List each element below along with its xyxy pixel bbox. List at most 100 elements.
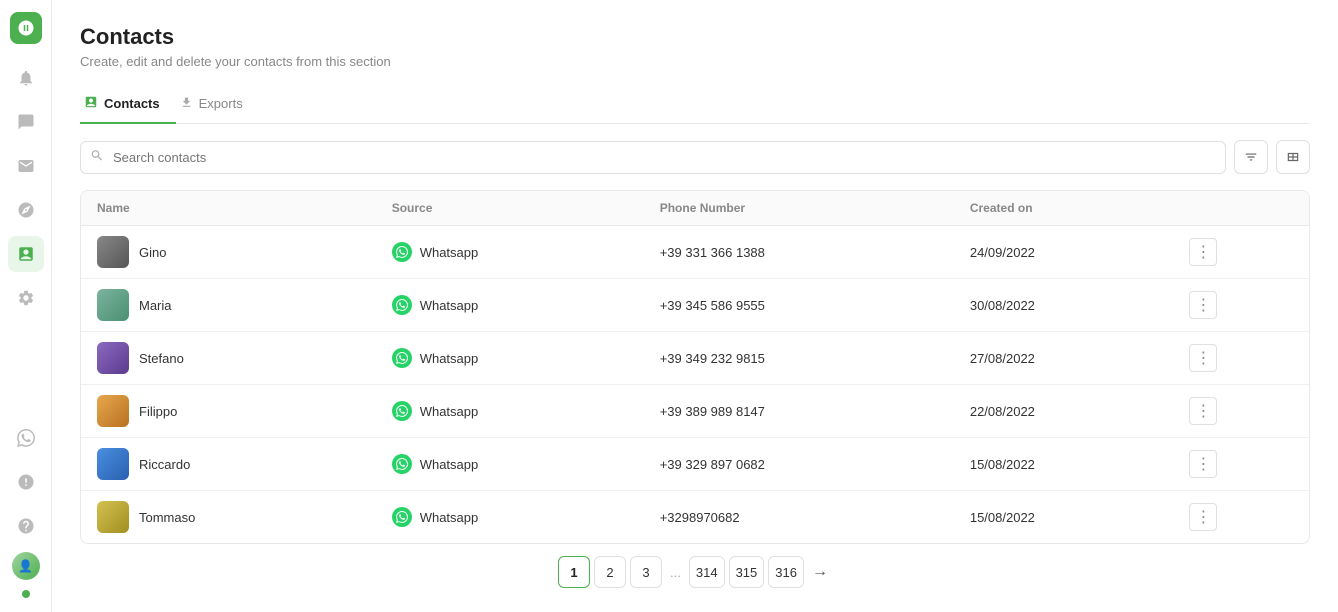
search-icon	[90, 149, 104, 166]
app-logo	[10, 12, 42, 44]
contact-more-button[interactable]: ⋮	[1189, 238, 1217, 266]
table-row: Filippo Whatsapp +39 389 989 8147 22/08/…	[81, 385, 1309, 438]
sidebar-item-settings[interactable]	[8, 280, 44, 316]
contact-source-label: Whatsapp	[420, 404, 479, 419]
sidebar-item-messages[interactable]	[8, 148, 44, 184]
contact-avatar	[97, 236, 129, 268]
page-btn-2[interactable]: 2	[594, 556, 626, 588]
contacts-table: Name Source Phone Number Created on Gino	[80, 190, 1310, 544]
user-avatar[interactable]: 👤	[12, 552, 40, 580]
whatsapp-icon	[392, 295, 412, 315]
contact-more-button[interactable]: ⋮	[1189, 450, 1217, 478]
col-actions	[1173, 191, 1309, 226]
contact-created: 27/08/2022	[954, 332, 1173, 385]
contact-name-cell: Riccardo	[97, 448, 360, 480]
contact-name-cell: Tommaso	[97, 501, 360, 533]
contact-source: Whatsapp	[392, 348, 628, 368]
table-row: Maria Whatsapp +39 345 586 9555 30/08/20…	[81, 279, 1309, 332]
col-phone: Phone Number	[644, 191, 954, 226]
whatsapp-icon	[392, 507, 412, 527]
main-content: Contacts Create, edit and delete your co…	[52, 0, 1338, 612]
contact-name: Tommaso	[139, 510, 195, 525]
tab-exports-label: Exports	[199, 96, 243, 111]
col-source: Source	[376, 191, 644, 226]
contact-source: Whatsapp	[392, 401, 628, 421]
page-btn-314[interactable]: 314	[689, 556, 725, 588]
whatsapp-icon	[392, 242, 412, 262]
contact-avatar	[97, 342, 129, 374]
contact-name: Maria	[139, 298, 172, 313]
contact-phone: +39 349 232 9815	[644, 332, 954, 385]
page-title: Contacts	[80, 24, 1310, 50]
contact-name: Riccardo	[139, 457, 190, 472]
contact-name: Gino	[139, 245, 166, 260]
contact-created: 15/08/2022	[954, 438, 1173, 491]
tab-bar: Contacts Exports	[80, 87, 1310, 124]
search-wrapper	[80, 141, 1226, 174]
contact-name-cell: Stefano	[97, 342, 360, 374]
table-row: Stefano Whatsapp +39 349 232 9815 27/08/…	[81, 332, 1309, 385]
contact-avatar	[97, 501, 129, 533]
page-btn-1[interactable]: 1	[558, 556, 590, 588]
contact-source-label: Whatsapp	[420, 510, 479, 525]
contact-phone: +39 389 989 8147	[644, 385, 954, 438]
col-name: Name	[81, 191, 376, 226]
whatsapp-icon	[392, 401, 412, 421]
sidebar-item-alert[interactable]	[8, 464, 44, 500]
tab-exports[interactable]: Exports	[176, 88, 259, 124]
columns-button[interactable]	[1276, 140, 1310, 174]
toolbar	[80, 140, 1310, 174]
contacts-tab-icon	[84, 95, 98, 112]
page-next-button[interactable]: →	[808, 563, 832, 581]
page-btn-3[interactable]: 3	[630, 556, 662, 588]
sidebar-item-help[interactable]	[8, 508, 44, 544]
exports-tab-icon	[180, 96, 193, 112]
tab-contacts-label: Contacts	[104, 96, 160, 111]
contact-avatar	[97, 448, 129, 480]
whatsapp-icon	[392, 454, 412, 474]
sidebar-item-whatsapp[interactable]	[8, 420, 44, 456]
contact-source-label: Whatsapp	[420, 298, 479, 313]
page-ellipsis: ...	[666, 565, 685, 580]
sidebar-item-contacts[interactable]	[8, 236, 44, 272]
contact-source-label: Whatsapp	[420, 457, 479, 472]
contact-created: 30/08/2022	[954, 279, 1173, 332]
sidebar: 👤	[0, 0, 52, 612]
sidebar-bottom: 👤	[8, 420, 44, 600]
contact-name-cell: Filippo	[97, 395, 360, 427]
contact-created: 24/09/2022	[954, 226, 1173, 279]
tab-contacts[interactable]: Contacts	[80, 87, 176, 124]
contact-more-button[interactable]: ⋮	[1189, 397, 1217, 425]
contact-source-label: Whatsapp	[420, 245, 479, 260]
contact-source: Whatsapp	[392, 507, 628, 527]
contact-source: Whatsapp	[392, 454, 628, 474]
contact-more-button[interactable]: ⋮	[1189, 344, 1217, 372]
contact-phone: +39 331 366 1388	[644, 226, 954, 279]
contact-name: Filippo	[139, 404, 177, 419]
contact-source: Whatsapp	[392, 242, 628, 262]
sidebar-item-notifications[interactable]	[8, 60, 44, 96]
online-indicator	[22, 590, 30, 598]
sidebar-item-broadcast[interactable]	[8, 192, 44, 228]
col-created: Created on	[954, 191, 1173, 226]
contact-avatar	[97, 289, 129, 321]
page-subtitle: Create, edit and delete your contacts fr…	[80, 54, 1310, 69]
contact-phone: +39 345 586 9555	[644, 279, 954, 332]
contact-more-button[interactable]: ⋮	[1189, 291, 1217, 319]
contact-more-button[interactable]: ⋮	[1189, 503, 1217, 531]
contact-source: Whatsapp	[392, 295, 628, 315]
contact-avatar	[97, 395, 129, 427]
search-input[interactable]	[80, 141, 1226, 174]
table-row: Riccardo Whatsapp +39 329 897 0682 15/08…	[81, 438, 1309, 491]
pagination: 1 2 3 ... 314 315 316 →	[80, 544, 1310, 592]
table-header-row: Name Source Phone Number Created on	[81, 191, 1309, 226]
page-btn-316[interactable]: 316	[768, 556, 804, 588]
sidebar-item-chat[interactable]	[8, 104, 44, 140]
page-btn-315[interactable]: 315	[729, 556, 765, 588]
contact-phone: +3298970682	[644, 491, 954, 544]
contact-name-cell: Maria	[97, 289, 360, 321]
table-row: Tommaso Whatsapp +3298970682 15/08/2022 …	[81, 491, 1309, 544]
contact-source-label: Whatsapp	[420, 351, 479, 366]
filter-button[interactable]	[1234, 140, 1268, 174]
contact-created: 15/08/2022	[954, 491, 1173, 544]
